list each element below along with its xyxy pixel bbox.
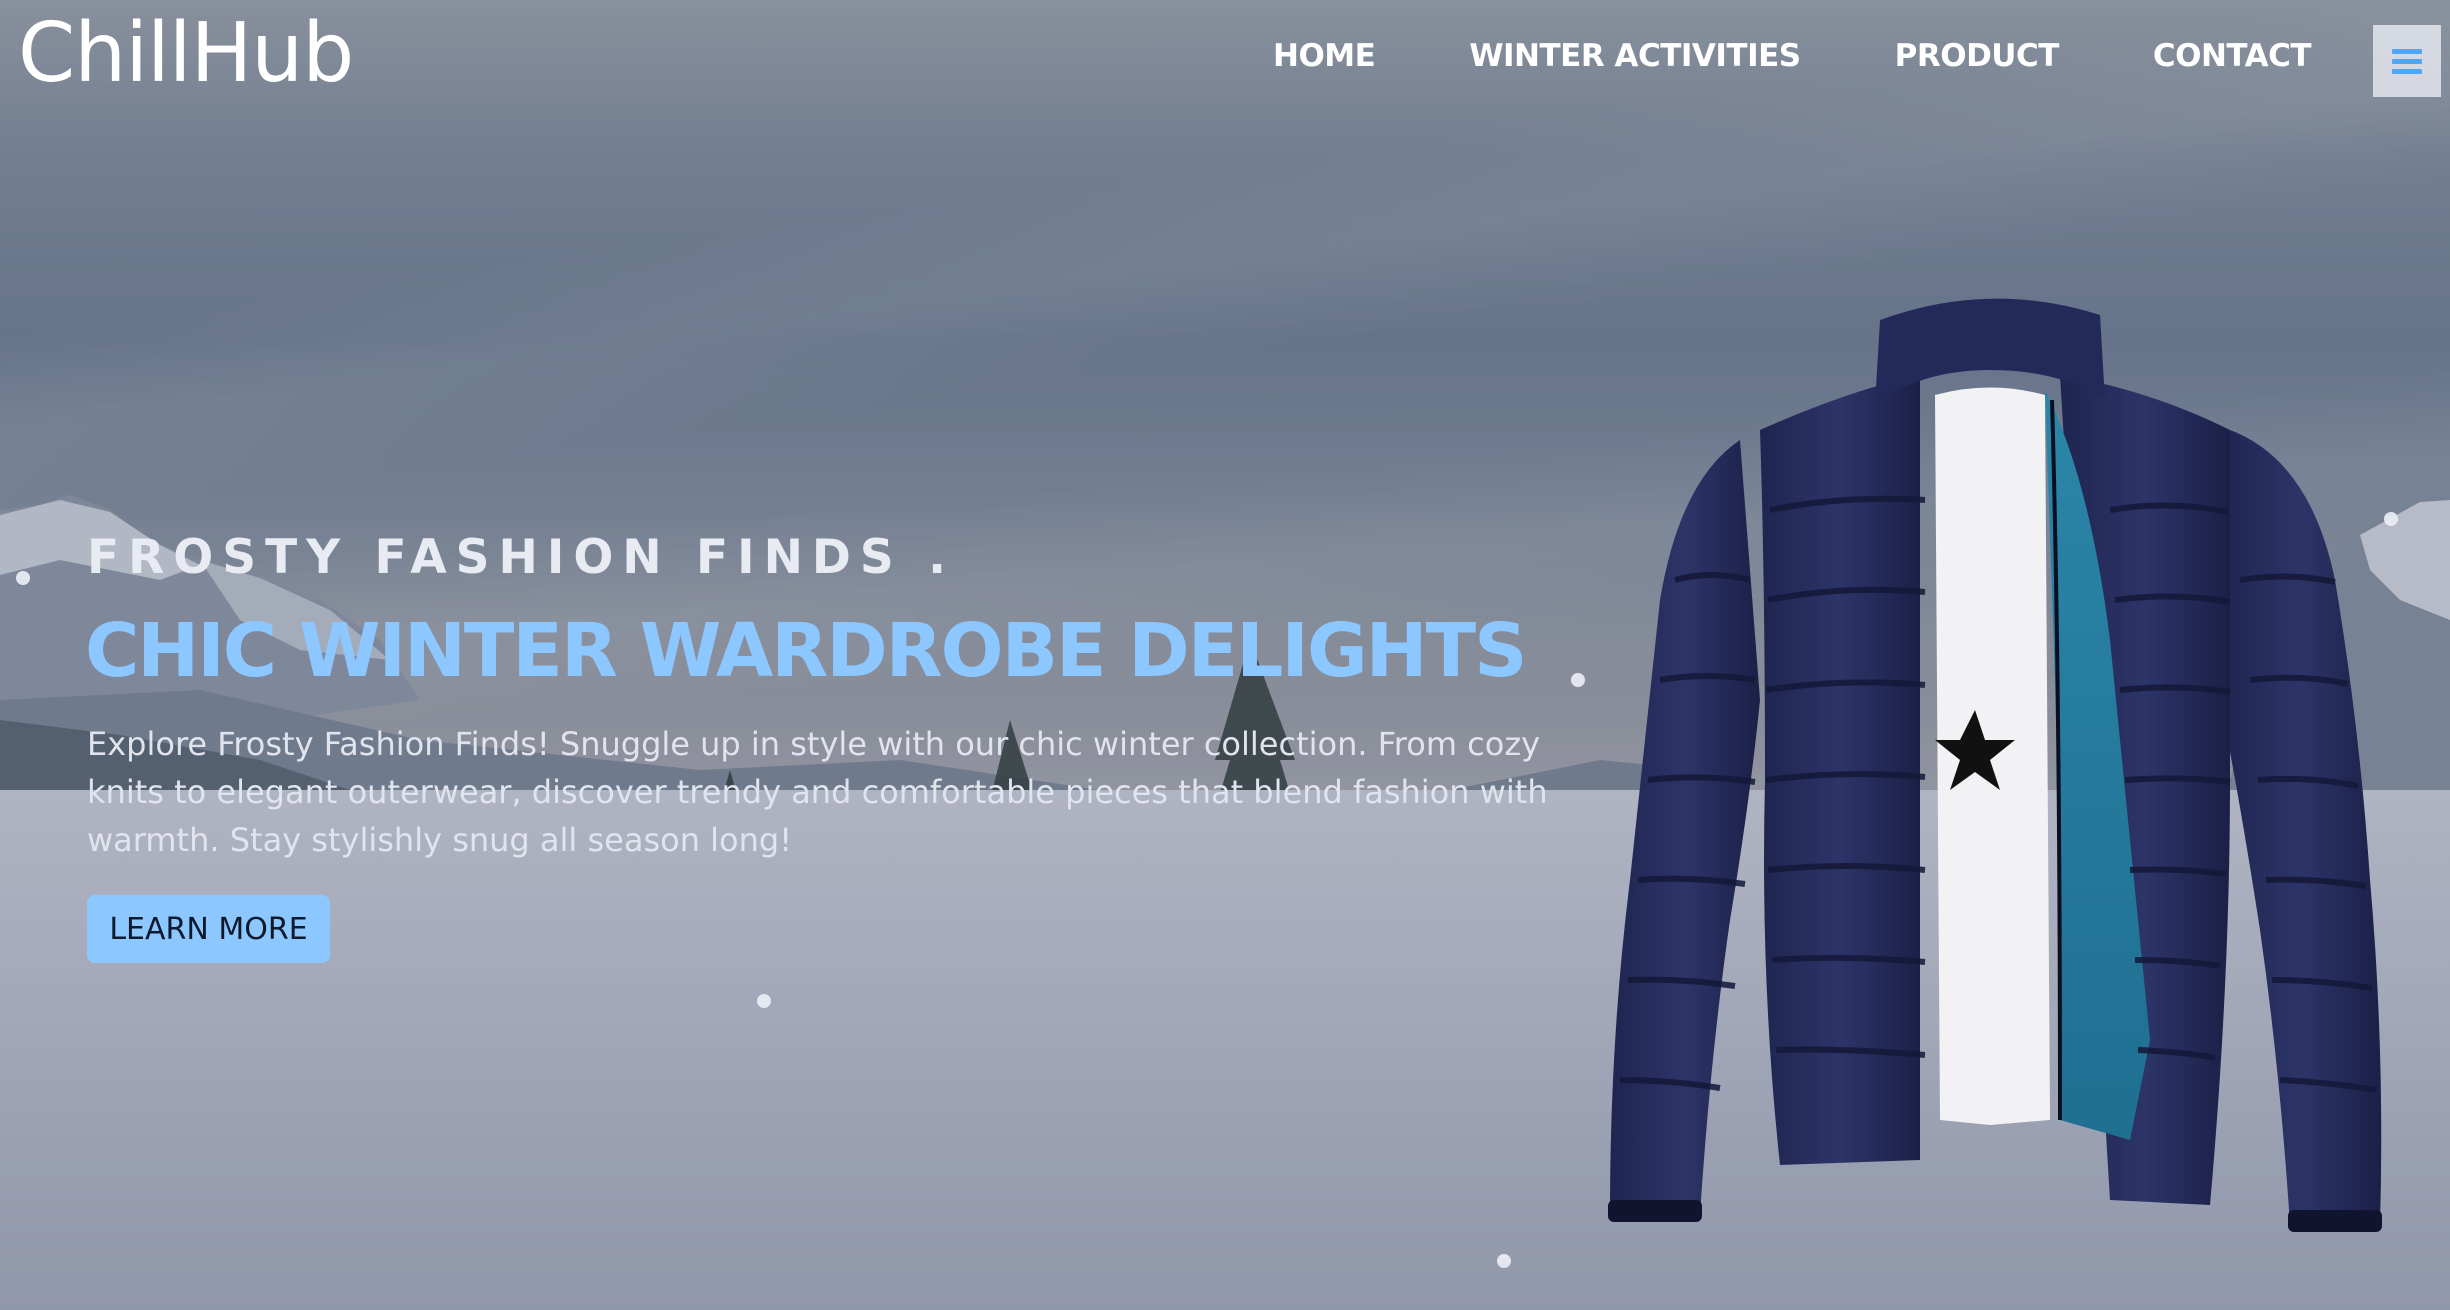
menu-button[interactable] (2373, 25, 2441, 97)
hero-headline: CHIC WINTER WARDROBE DELIGHTS (85, 608, 1527, 694)
puffer-jacket-image (1608, 298, 2382, 1232)
snowflake (1497, 1254, 1511, 1268)
nav-winter-activities[interactable]: WINTER ACTIVITIES (1469, 38, 1801, 74)
nav-contact[interactable]: CONTACT (2153, 38, 2312, 74)
nav-home[interactable]: HOME (1273, 38, 1376, 74)
nav-product[interactable]: PRODUCT (1895, 38, 2060, 74)
hamburger-menu-icon (2392, 44, 2422, 79)
hero-description: Explore Frosty Fashion Finds! Snuggle up… (87, 725, 1548, 859)
snowflake (757, 994, 771, 1008)
snowflake (1571, 673, 1585, 687)
snowflake (16, 571, 30, 585)
hero-kicker: FROSTY FASHION FINDS . (87, 530, 955, 585)
site-logo[interactable]: ChillHub (18, 6, 354, 101)
main-nav: HOME WINTER ACTIVITIES PRODUCT CONTACT (1273, 38, 2312, 74)
learn-more-button[interactable]: LEARN MORE (87, 895, 330, 963)
